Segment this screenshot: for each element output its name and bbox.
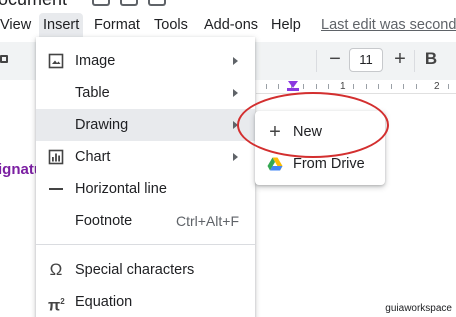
ruler-tick xyxy=(366,84,367,89)
menu-item-label: Equation xyxy=(75,294,133,310)
ruler-tick xyxy=(378,84,379,89)
cloud-status-icon[interactable] xyxy=(148,0,166,6)
pi-icon: π2 xyxy=(48,297,65,315)
annotation-ellipse xyxy=(237,92,389,158)
title-icons xyxy=(92,0,166,6)
menu-item-chart[interactable]: Chart xyxy=(36,141,255,173)
menu-item-drawing[interactable]: Drawing xyxy=(36,109,255,141)
submenu-arrow-icon xyxy=(233,89,238,97)
increase-font-size-button[interactable]: + xyxy=(387,46,413,72)
star-icon[interactable] xyxy=(92,0,110,6)
chart-icon xyxy=(48,149,64,165)
ruler-tick xyxy=(278,84,279,89)
bold-button[interactable]: B xyxy=(420,46,442,72)
menu-divider xyxy=(36,244,255,245)
menu-item-label: Drawing xyxy=(75,117,129,133)
image-icon xyxy=(48,53,64,69)
ruler-label-2: 2 xyxy=(434,81,440,92)
ruler-tick xyxy=(416,84,417,89)
drive-icon xyxy=(267,157,283,171)
ruler-tick xyxy=(266,84,267,89)
decrease-font-size-button[interactable]: − xyxy=(322,46,348,72)
document-title[interactable]: ocument xyxy=(0,0,67,10)
menu-item-special-characters[interactable]: Ω Special characters xyxy=(36,254,255,286)
insert-menu: Image Table Drawing Chart Horizontal lin… xyxy=(36,37,255,317)
ruler-label-1: 1 xyxy=(340,81,346,92)
menu-item-label: Horizontal line xyxy=(75,181,167,197)
ruler-tick xyxy=(403,84,404,89)
menu-item-label: Chart xyxy=(75,149,111,165)
ruler-tick xyxy=(448,84,449,89)
footnote-shortcut: Ctrl+Alt+F xyxy=(175,213,239,229)
menu-bar: View Insert Format Tools Add-ons Help La… xyxy=(0,13,456,37)
menu-item-equation[interactable]: π2 Equation xyxy=(36,286,255,317)
menu-insert[interactable]: Insert xyxy=(39,13,84,37)
menu-tools[interactable]: Tools xyxy=(150,13,192,37)
menu-add-ons[interactable]: Add-ons xyxy=(200,13,262,37)
submenu-arrow-icon xyxy=(233,153,238,161)
submenu-arrow-icon xyxy=(233,57,238,65)
move-icon[interactable] xyxy=(120,0,138,6)
menu-view[interactable]: View xyxy=(0,13,35,37)
toolbar-divider xyxy=(414,50,415,72)
menu-item-horizontal-line[interactable]: Horizontal line xyxy=(36,173,255,205)
menu-item-label: Special characters xyxy=(75,262,195,278)
paint-format-icon[interactable] xyxy=(0,55,8,63)
menu-format[interactable]: Format xyxy=(90,13,144,37)
ruler-tick xyxy=(316,84,317,89)
font-size-input[interactable]: 11 xyxy=(349,48,383,72)
omega-icon: Ω xyxy=(49,260,63,279)
watermark: guiaworkspace xyxy=(385,303,452,314)
ruler-tick xyxy=(328,84,329,89)
menu-item-footnote[interactable]: Footnote Ctrl+Alt+F xyxy=(36,205,255,237)
first-line-indent-icon[interactable] xyxy=(287,88,299,91)
indent-marker-icon[interactable] xyxy=(288,81,298,88)
menu-help[interactable]: Help xyxy=(267,13,305,37)
ruler-tick xyxy=(391,84,392,89)
horizontal-line-icon xyxy=(49,188,63,190)
menu-item-label: Image xyxy=(75,53,116,69)
menu-item-image[interactable]: Image xyxy=(36,45,255,77)
last-edit-link[interactable]: Last edit was seconds xyxy=(321,13,456,37)
ruler-tick xyxy=(353,84,354,89)
menu-item-table[interactable]: Table xyxy=(36,77,255,109)
menu-item-label: Table xyxy=(75,85,110,101)
menu-item-label: Footnote xyxy=(75,213,133,229)
ruler[interactable]: 1 2 xyxy=(256,80,456,94)
ruler-tick xyxy=(303,84,304,89)
toolbar-divider xyxy=(316,50,317,72)
